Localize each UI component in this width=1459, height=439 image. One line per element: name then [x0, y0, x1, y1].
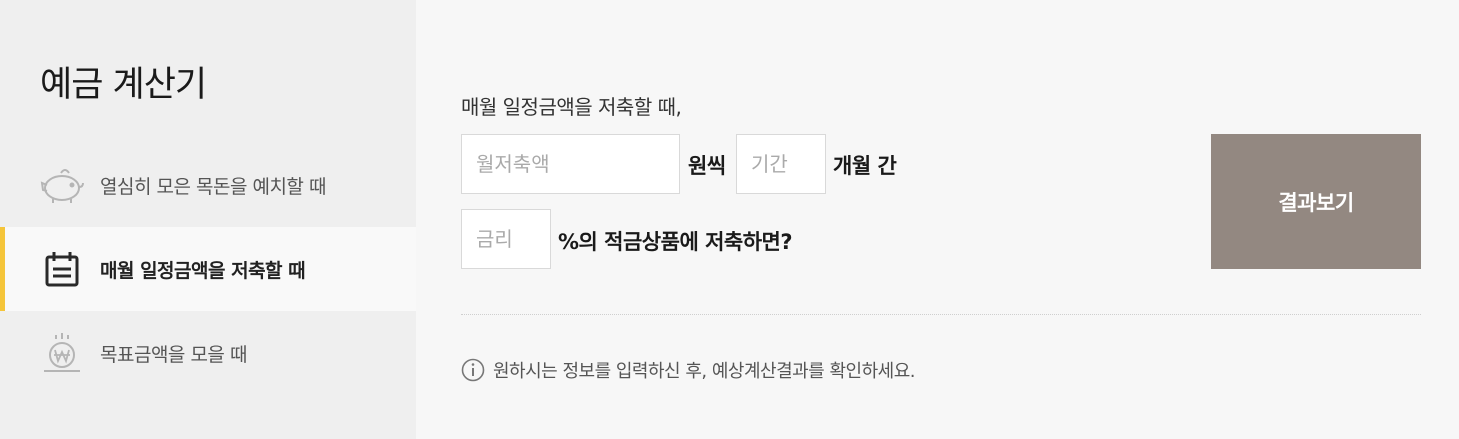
- result-button[interactable]: 결과보기: [1211, 134, 1421, 269]
- question-text: 매월 일정금액을 저축할 때,: [461, 95, 682, 119]
- notice: 원하시는 정보를 입력하신 후, 예상계산결과를 확인하세요.: [461, 357, 916, 383]
- sidebar: 예금 계산기 열심히 모은 목돈을 예치할 때 매월 일정금액을 저축할 때 목…: [0, 0, 416, 439]
- info-icon: [461, 358, 485, 382]
- calendar-icon: [38, 245, 86, 293]
- nav-item-monthly-saving[interactable]: 매월 일정금액을 저축할 때: [0, 227, 416, 311]
- nav-item-target-amount[interactable]: 목표금액을 모을 때: [0, 311, 416, 395]
- sidebar-title: 예금 계산기: [40, 65, 207, 105]
- nav-item-lump-sum-deposit[interactable]: 열심히 모은 목돈을 예치할 때: [0, 143, 416, 227]
- divider: [461, 314, 1421, 315]
- rate-unit-label: %의 적금상품에 저축하면?: [558, 230, 793, 254]
- monthly-unit-label: 원씩: [688, 154, 726, 178]
- calculator-panel: 매월 일정금액을 저축할 때, 원씩 개월 간 %의 적금상품에 저축하면? 결…: [416, 0, 1459, 439]
- period-unit-label: 개월 간: [833, 154, 897, 178]
- nav-item-label: 매월 일정금액을 저축할 때: [100, 259, 306, 282]
- notice-text: 원하시는 정보를 입력하신 후, 예상계산결과를 확인하세요.: [493, 361, 916, 382]
- monthly-amount-input[interactable]: [461, 134, 680, 194]
- nav-item-label: 열심히 모은 목돈을 예치할 때: [100, 175, 326, 198]
- won-coin-icon: [38, 329, 86, 377]
- piggy-bank-icon: [38, 161, 86, 209]
- nav-item-label: 목표금액을 모을 때: [100, 343, 247, 366]
- period-input[interactable]: [736, 134, 826, 194]
- interest-rate-input[interactable]: [461, 209, 551, 269]
